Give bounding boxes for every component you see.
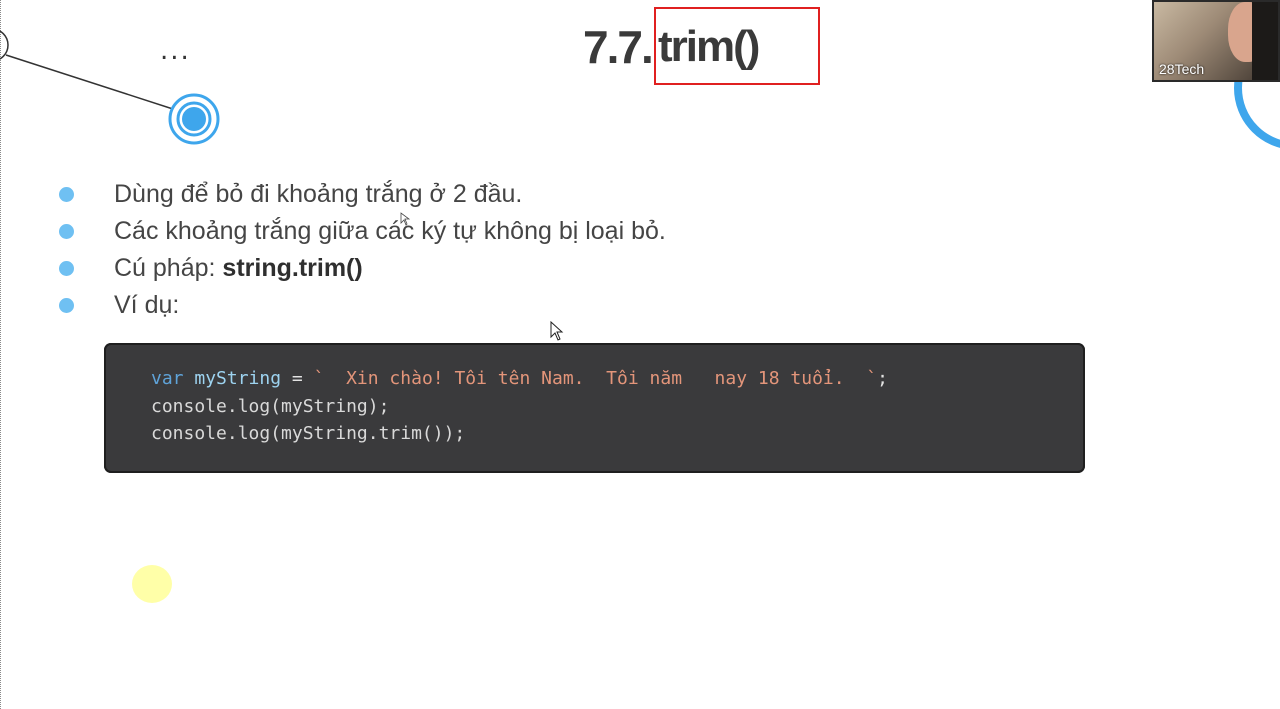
code-identifier: myString — [194, 368, 282, 389]
title-number: 7.7. — [583, 21, 654, 73]
bullet-text: Các khoảng trắng giữa các ký tự không bị… — [114, 217, 666, 245]
secondary-cursor-icon — [400, 212, 410, 226]
code-line-1: var myString = ` Xin chào! Tôi tên Nam. … — [151, 365, 1085, 393]
code-string: ` Xin chào! Tôi tên Nam. Tôi năm nay 18 … — [313, 368, 878, 389]
bullet-dot-icon — [59, 261, 74, 276]
timeline-node-left-icon — [0, 30, 9, 60]
webcam-overlay: 28Tech — [1152, 0, 1280, 82]
timeline-line — [5, 54, 177, 111]
bullet-item: Các khoảng trắng giữa các ký tự không bị… — [58, 213, 666, 250]
code-operator: = — [281, 368, 314, 389]
bullet-text: Ví dụ: — [114, 291, 180, 319]
presenter-hair — [1252, 2, 1278, 80]
bullet-item: Dùng để bỏ đi khoảng trắng ở 2 đầu. — [58, 176, 666, 213]
bullet-item: Ví dụ: — [58, 287, 666, 324]
bullet-text: Dùng để bỏ đi khoảng trắng ở 2 đầu. — [114, 180, 523, 208]
laser-pointer-highlight — [132, 565, 172, 603]
code-terminator: ; — [877, 368, 888, 389]
code-block: var myString = ` Xin chào! Tôi tên Nam. … — [104, 343, 1085, 473]
code-keyword: var — [151, 368, 184, 389]
syntax-text: string.trim() — [222, 254, 363, 282]
ellipsis-text: ... — [160, 36, 191, 66]
slide-title: 7.7. — [583, 14, 662, 80]
bullet-dot-icon — [59, 298, 74, 313]
bullet-dot-icon — [59, 224, 74, 239]
bullet-dot-icon — [59, 187, 74, 202]
bullet-list: Dùng để bỏ đi khoảng trắng ở 2 đầu. Các … — [58, 176, 666, 324]
webcam-label: 28Tech — [1159, 61, 1205, 77]
code-line-3: console.log(myString.trim()); — [151, 423, 466, 444]
mouse-cursor-icon — [550, 321, 564, 341]
bullet-text: Cú pháp: — [114, 254, 223, 282]
bullet-item: Cú pháp: string.trim() — [58, 250, 666, 287]
code-line-2: console.log(myString); — [151, 395, 390, 417]
title-highlight-box — [654, 7, 820, 85]
